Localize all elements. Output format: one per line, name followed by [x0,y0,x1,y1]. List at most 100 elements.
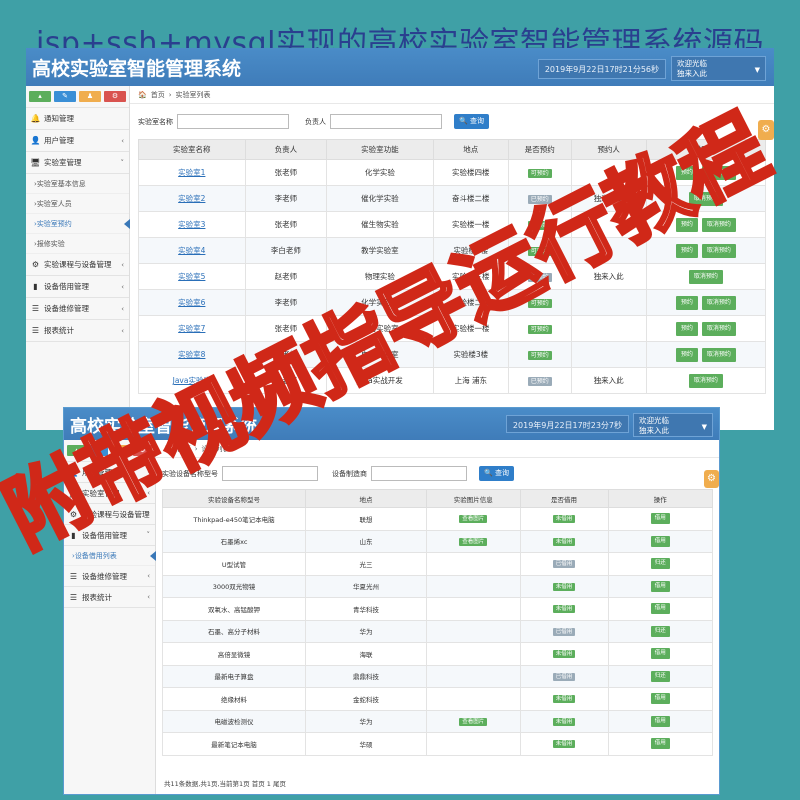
cogs-icon[interactable]: ⚙ [104,91,126,102]
query-button[interactable]: 🔍 查询 [479,466,514,481]
cancel-reserve-button[interactable]: 取消预约 [701,165,736,180]
borrow-button[interactable]: 借用 [650,535,670,547]
borrow-button[interactable]: 借用 [650,693,670,705]
cancel-reserve-button[interactable]: 取消预约 [701,295,736,310]
owner-cell: 张老师 [244,367,328,394]
user-menu[interactable]: 欢迎光临 独来入此 ▼ [671,56,766,81]
breadcrumb-home[interactable]: 首页 [151,90,165,100]
sidebar-item[interactable]: 🖥 实验室管理 ˅ [26,152,129,174]
chevron-icon: ‹ [147,572,150,580]
borrow-button[interactable]: 借用 [650,513,670,525]
user-menu[interactable]: 欢迎光临 独来入此 ▼ [633,413,713,437]
owner-cell: 赵老师 [244,263,328,290]
table-row: 实验室6 李老师 化学实验室 实验楼二楼 可预约 预约 取消预约 [138,289,767,316]
query-button[interactable]: 🔍 查询 [454,114,489,129]
sidebar-subitem[interactable]: › 实验室预约 [26,214,130,234]
sidebar-item[interactable]: 👤 用户管理 ‹ [64,462,155,483]
cancel-reserve-button[interactable]: 取消预约 [701,321,736,336]
sidebar-subitem[interactable]: › 设备借用列表 [64,546,156,566]
sidebar-subitem-label: 实验室基本信息 [36,179,86,188]
sidebar-item-label: 实验课程与设备管理 [82,509,150,519]
lab-name-link[interactable]: 实验室8 [178,350,205,359]
borrow-button[interactable]: 借用 [650,603,670,615]
reserve-button[interactable]: 预约 [675,243,698,258]
location-cell: 实验楼一楼 [432,211,509,238]
lab-name-link[interactable]: Java实验室 [173,376,211,385]
sidebar-item[interactable]: ☰ 设备维修管理 ‹ [64,566,155,587]
lab-name-link[interactable]: 实验室5 [178,272,205,281]
settings-gear-icon[interactable]: ⚙ [704,470,719,488]
view-image-button[interactable]: 查看图片 [459,537,488,546]
sidebar-item[interactable]: ☰ 设备维修管理 ‹ [26,298,129,320]
cancel-reserve-button[interactable]: 取消预约 [688,269,723,284]
cancel-reserve-button[interactable]: 取消预约 [701,347,736,362]
borrow-button[interactable]: 借用 [650,738,670,750]
reserve-button[interactable]: 预约 [675,217,698,232]
sidebar-subitem[interactable]: › 报修实验 [26,234,129,254]
users-icon[interactable]: ♟ [111,445,130,456]
sidebar-item[interactable]: ⚙ 实验课程与设备管理 ‹ [64,504,155,525]
view-image-button[interactable]: 查看图片 [459,717,488,726]
list-icon: ☰ [31,304,40,313]
column-header: 实验设备名称型号 [162,489,306,508]
function-cell: 电路实验室 [326,341,434,368]
reserve-button[interactable]: 预约 [675,295,698,310]
lab-name-link[interactable]: 实验室3 [178,220,205,229]
borrow-button[interactable]: 借用 [650,648,670,660]
lab-name-input[interactable] [177,114,289,129]
maker-input[interactable] [371,466,467,481]
sidebar-subitem[interactable]: › 实验室基本信息 [26,174,129,194]
lab-name-link[interactable]: 实验室6 [178,298,205,307]
reserve-button[interactable]: 预约 [675,321,698,336]
status-badge: 未借用 [552,717,576,726]
sidebar-item[interactable]: ☰ 报表统计 ‹ [26,320,129,342]
cancel-reserve-button[interactable]: 取消预约 [688,373,723,388]
column-header: 预约人 [570,139,647,160]
sidebar-item[interactable]: 🔔 通知管理 [26,108,129,130]
table-row: 石墨、高分子材料 华为 已借用 归还 [162,619,713,643]
column-header: 实验图片信息 [426,489,521,508]
lab-name-link[interactable]: 实验室7 [178,324,205,333]
equipment-name-input[interactable] [222,466,318,481]
sidebar-item[interactable]: ▮ 设备借用管理 ˅ [64,525,155,546]
borrow-button[interactable]: 归还 [650,558,670,570]
table-row: 3000双光物镜 华夏光州 未借用 借用 [162,574,713,598]
sidebar-subitem[interactable]: › 实验室人员 [26,194,129,214]
borrow-button[interactable]: 借用 [650,715,670,727]
app-title: 高校实验室智能管理系统 [70,417,257,437]
borrow-button[interactable]: 归还 [650,625,670,637]
reserve-button[interactable]: 预约 [675,165,698,180]
sidebar-item[interactable]: ▮ 设备借用管理 ‹ [26,276,129,298]
equipment-name-cell: 电磁波检测仪 [162,709,306,733]
breadcrumb-home[interactable]: 首页 [177,444,191,454]
lab-name-link[interactable]: 实验室1 [178,168,205,177]
reserve-button[interactable]: 预约 [675,347,698,362]
chart-icon[interactable]: ▴ [29,91,51,102]
borrow-button[interactable]: 归还 [650,670,670,682]
sidebar-item[interactable]: 👤 用户管理 ‹ [26,130,129,152]
sidebar-item[interactable]: ☰ 报表统计 ‹ [64,587,155,608]
pencil-icon[interactable]: ✎ [89,445,108,456]
sidebar-item[interactable]: ⚙ 实验课程与设备管理 ‹ [26,254,129,276]
function-cell: 教学实验室 [326,237,434,264]
pencil-icon[interactable]: ✎ [54,91,76,102]
app-title: 高校实验室智能管理系统 [32,58,242,80]
view-image-button[interactable]: 查看图片 [459,515,488,524]
sidebar: ▴ ✎ ♟ ⚙ 🔔 通知管理 👤 用户管理 ‹ 🖥 实验室管理 ˅ › 实验室基本信息 › 实验室… [26,86,130,430]
chart-icon[interactable]: ▴ [67,445,86,456]
sidebar-item[interactable]: 🖥 实验室管理 ‹ [64,483,155,504]
cancel-reserve-button[interactable]: 取消预约 [688,191,723,206]
users-icon[interactable]: ♟ [79,91,101,102]
status-badge: 可预约 [527,220,552,230]
status-badge: 未借用 [552,537,576,546]
cancel-reserve-button[interactable]: 取消预约 [701,217,736,232]
cancel-reserve-button[interactable]: 取消预约 [701,243,736,258]
owner-input[interactable] [330,114,442,129]
lab-name-link[interactable]: 实验室4 [178,246,205,255]
table-row: Thinkpad-e450笔记本电脑 联想 查看图片 未借用 借用 [162,507,713,531]
borrow-button[interactable]: 借用 [650,580,670,592]
function-cell: 生物实验室 [326,315,434,342]
lab-name-link[interactable]: 实验室2 [178,194,205,203]
settings-gear-icon[interactable]: ⚙ [758,120,774,140]
cogs-icon[interactable]: ⚙ [133,445,152,456]
